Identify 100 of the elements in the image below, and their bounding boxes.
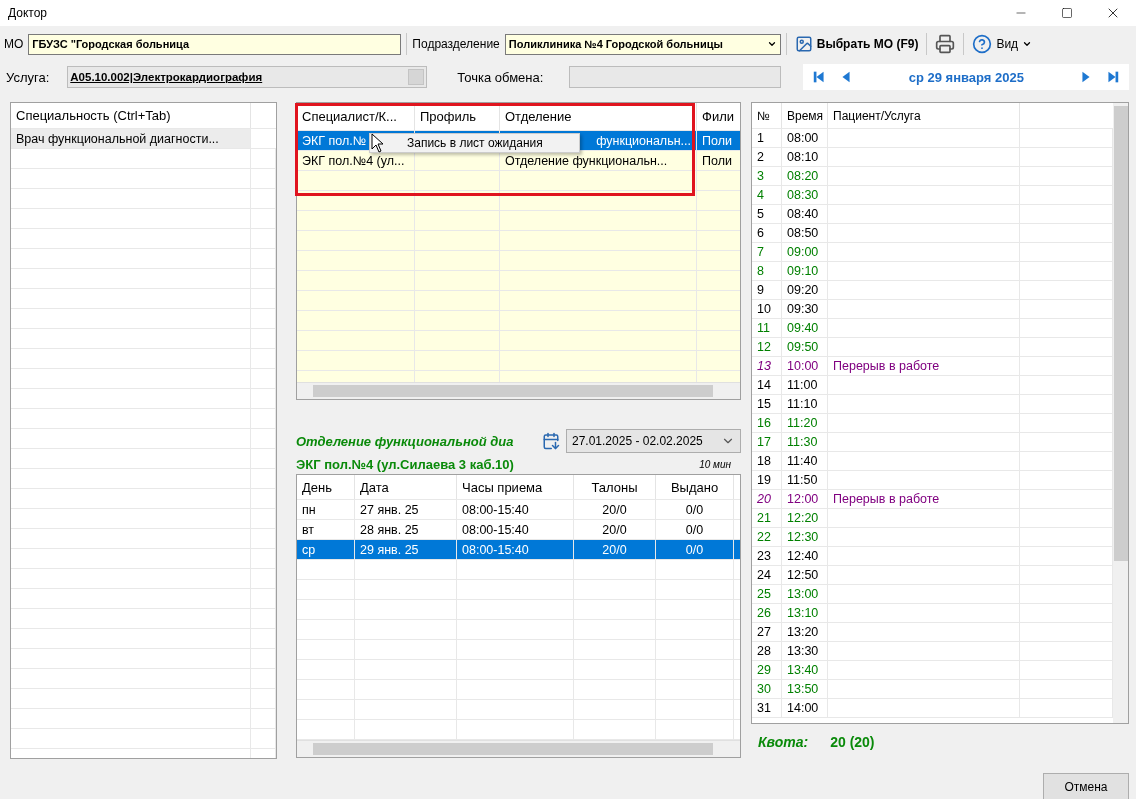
column-header: Специальность (Ctrl+Tab) <box>11 103 251 128</box>
day-row[interactable]: ср 29 янв. 25 08:00-15:40 20/0 0/0 <box>297 540 740 560</box>
division-label: Подразделение <box>412 37 500 51</box>
horizontal-scrollbar[interactable] <box>297 382 740 399</box>
column-header: Время <box>782 103 828 128</box>
slot-number: 14 <box>752 376 782 394</box>
slot-time[interactable]: 13:10 <box>782 604 828 622</box>
slot-time[interactable]: 09:10 <box>782 262 828 280</box>
horizontal-scrollbar[interactable] <box>297 740 740 757</box>
column-header: Часы приема <box>457 475 574 499</box>
period-dropdown[interactable]: 27.01.2025 - 02.02.2025 <box>566 429 741 453</box>
menu-item[interactable]: Запись в лист ожидания <box>370 136 543 150</box>
slot-number: 26 <box>752 604 782 622</box>
quota-label: Квота: <box>758 734 809 750</box>
slot-number: 22 <box>752 528 782 546</box>
slot-time[interactable]: 12:40 <box>782 547 828 565</box>
printer-icon <box>935 34 956 54</box>
slot-number: 5 <box>752 205 782 223</box>
slot-number: 9 <box>752 281 782 299</box>
cursor-icon <box>371 133 385 153</box>
slot-number: 8 <box>752 262 782 280</box>
slot-number: 11 <box>752 319 782 337</box>
column-header: Профиль <box>415 103 500 130</box>
slot-time[interactable]: 09:40 <box>782 319 828 337</box>
slot-number: 3 <box>752 167 782 185</box>
slot-time[interactable]: 09:20 <box>782 281 828 299</box>
column-header: Выдано <box>656 475 734 499</box>
slot-number: 21 <box>752 509 782 527</box>
image-icon <box>794 35 813 53</box>
day-row[interactable]: пн 27 янв. 25 08:00-15:40 20/0 0/0 <box>297 500 740 520</box>
column-header: День <box>297 475 355 499</box>
vertical-scrollbar[interactable] <box>1113 103 1128 723</box>
slot-time[interactable]: 09:50 <box>782 338 828 356</box>
slot-number: 31 <box>752 699 782 717</box>
division-dropdown[interactable]: Поликлиника №4 Городской больницы <box>504 33 781 55</box>
slot-number: 16 <box>752 414 782 432</box>
service-label: Услуга: <box>6 69 50 85</box>
window-title: Доктор <box>8 6 49 20</box>
slot-time[interactable]: 12:50 <box>782 566 828 584</box>
slot-time[interactable]: 13:40 <box>782 661 828 679</box>
select-mo-button[interactable]: Выбрать МО (F9) <box>791 32 922 56</box>
exchange-point-field[interactable] <box>569 66 782 88</box>
column-header: Специалист/К... <box>297 103 415 130</box>
department-title: Отделение функциональной диа <box>296 433 515 449</box>
mo-field[interactable]: ГБУЗС "Городская больница <box>28 33 402 55</box>
slot-time[interactable]: 11:20 <box>782 414 828 432</box>
column-header: Пациент/Услуга <box>828 103 1020 128</box>
exchange-point-label: Точка обмена: <box>457 69 544 85</box>
slot-number: 17 <box>752 433 782 451</box>
slot-number: 10 <box>752 300 782 318</box>
slot-number: 27 <box>752 623 782 641</box>
slot-number: 4 <box>752 186 782 204</box>
slot-number: 7 <box>752 243 782 261</box>
slot-time[interactable]: 08:30 <box>782 186 828 204</box>
view-menu[interactable]: Вид <box>969 32 1036 56</box>
slot-note: Перерыв в работе <box>828 490 1020 508</box>
maximize-icon <box>1061 7 1073 19</box>
slot-number: 13 <box>752 357 782 375</box>
slot-time[interactable]: 12:30 <box>782 528 828 546</box>
service-field[interactable]: A05.10.002|Электрокардиография <box>67 66 428 88</box>
slot-number: 20 <box>752 490 782 508</box>
slot-time[interactable]: 12:00 <box>782 490 828 508</box>
slot-time[interactable]: 08:40 <box>782 205 828 223</box>
slot-number: 2 <box>752 148 782 166</box>
slot-time[interactable]: 13:00 <box>782 585 828 603</box>
slot-number: 18 <box>752 452 782 470</box>
slot-time[interactable]: 11:50 <box>782 471 828 489</box>
slot-time[interactable]: 12:20 <box>782 509 828 527</box>
slot-time[interactable]: 11:40 <box>782 452 828 470</box>
slot-number: 1 <box>752 129 782 147</box>
slot-time[interactable]: 10:00 <box>782 357 828 375</box>
slot-time[interactable]: 09:00 <box>782 243 828 261</box>
slot-number: 23 <box>752 547 782 565</box>
export-icon[interactable] <box>542 432 560 450</box>
cancel-button[interactable]: Отмена <box>1043 773 1129 799</box>
slot-time[interactable]: 13:20 <box>782 623 828 641</box>
slot-number: 6 <box>752 224 782 242</box>
slot-time[interactable]: 14:00 <box>782 699 828 717</box>
slot-time[interactable]: 08:20 <box>782 167 828 185</box>
slot-time[interactable]: 08:00 <box>782 129 828 147</box>
slot-time[interactable]: 11:10 <box>782 395 828 413</box>
slot-number: 30 <box>752 680 782 698</box>
specialist-title: ЭКГ пол.№4 (ул.Силаева 3 каб.10) <box>296 456 514 472</box>
slot-note: Перерыв в работе <box>828 357 1020 375</box>
slot-time[interactable]: 09:30 <box>782 300 828 318</box>
slot-time[interactable]: 11:30 <box>782 433 828 451</box>
slot-time[interactable]: 08:10 <box>782 148 828 166</box>
caret-icon <box>1022 39 1033 49</box>
slot-time[interactable]: 08:50 <box>782 224 828 242</box>
mo-label: МО <box>4 37 24 51</box>
slot-number: 15 <box>752 395 782 413</box>
slot-duration: 10 мин <box>699 458 731 470</box>
slot-time[interactable]: 13:30 <box>782 642 828 660</box>
specialty-item[interactable]: Врач функциональной диагности... <box>11 129 251 148</box>
slot-number: 12 <box>752 338 782 356</box>
slot-number: 24 <box>752 566 782 584</box>
current-date: ср 29 января 2025 <box>907 69 1025 85</box>
slot-time[interactable]: 13:50 <box>782 680 828 698</box>
slot-time[interactable]: 11:00 <box>782 376 828 394</box>
slot-number: 29 <box>752 661 782 679</box>
